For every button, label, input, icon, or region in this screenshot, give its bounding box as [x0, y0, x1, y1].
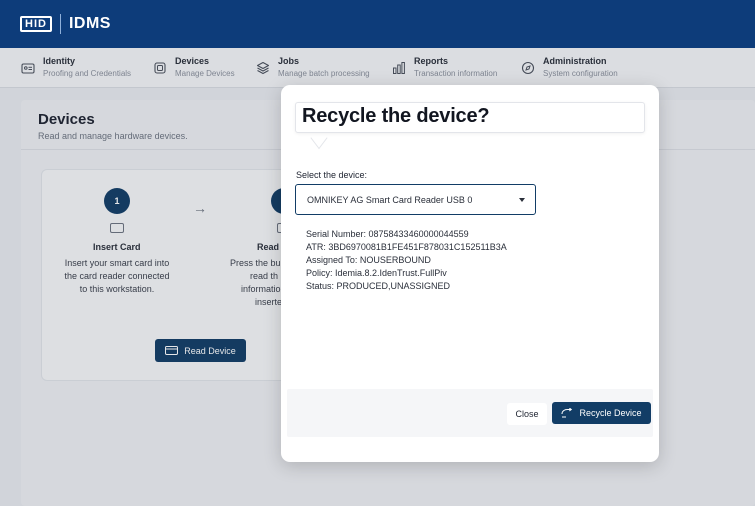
close-button[interactable]: Close [507, 403, 547, 425]
device-info-line: Serial Number: 08758433460000044559 [306, 229, 469, 239]
app-title: IDMS [68, 15, 111, 32]
recycle-device-button[interactable]: Recycle Device [552, 402, 651, 424]
app-header: HID IDMS [0, 0, 755, 48]
device-info: Serial Number: 08758433460000044559 ATR:… [306, 228, 507, 293]
device-info-line: ATR: 3BD6970081B1FE451F878031C152511B3A [306, 242, 507, 252]
device-select-value: OMNIKEY AG Smart Card Reader USB 0 [307, 194, 473, 205]
device-select[interactable]: OMNIKEY AG Smart Card Reader USB 0 [295, 184, 536, 215]
recycle-device-dialog: Recycle the device? Select the device: O… [281, 85, 659, 462]
device-info-line: Assigned To: NOUSERBOUND [306, 255, 431, 265]
recycle-icon [561, 408, 573, 418]
recycle-device-label: Recycle Device [579, 408, 642, 418]
device-info-line: Status: PRODUCED,UNASSIGNED [306, 281, 451, 291]
dialog-title: Recycle the device? [302, 105, 490, 127]
hid-logo[interactable]: HID [20, 16, 52, 32]
select-device-label: Select the device: [296, 170, 368, 180]
header-divider [59, 14, 61, 34]
caret-down-icon [519, 198, 525, 202]
device-info-line: Policy: Idemia.8.2.IdenTrust.FullPiv [306, 268, 447, 278]
logo-text: HID [25, 18, 47, 30]
